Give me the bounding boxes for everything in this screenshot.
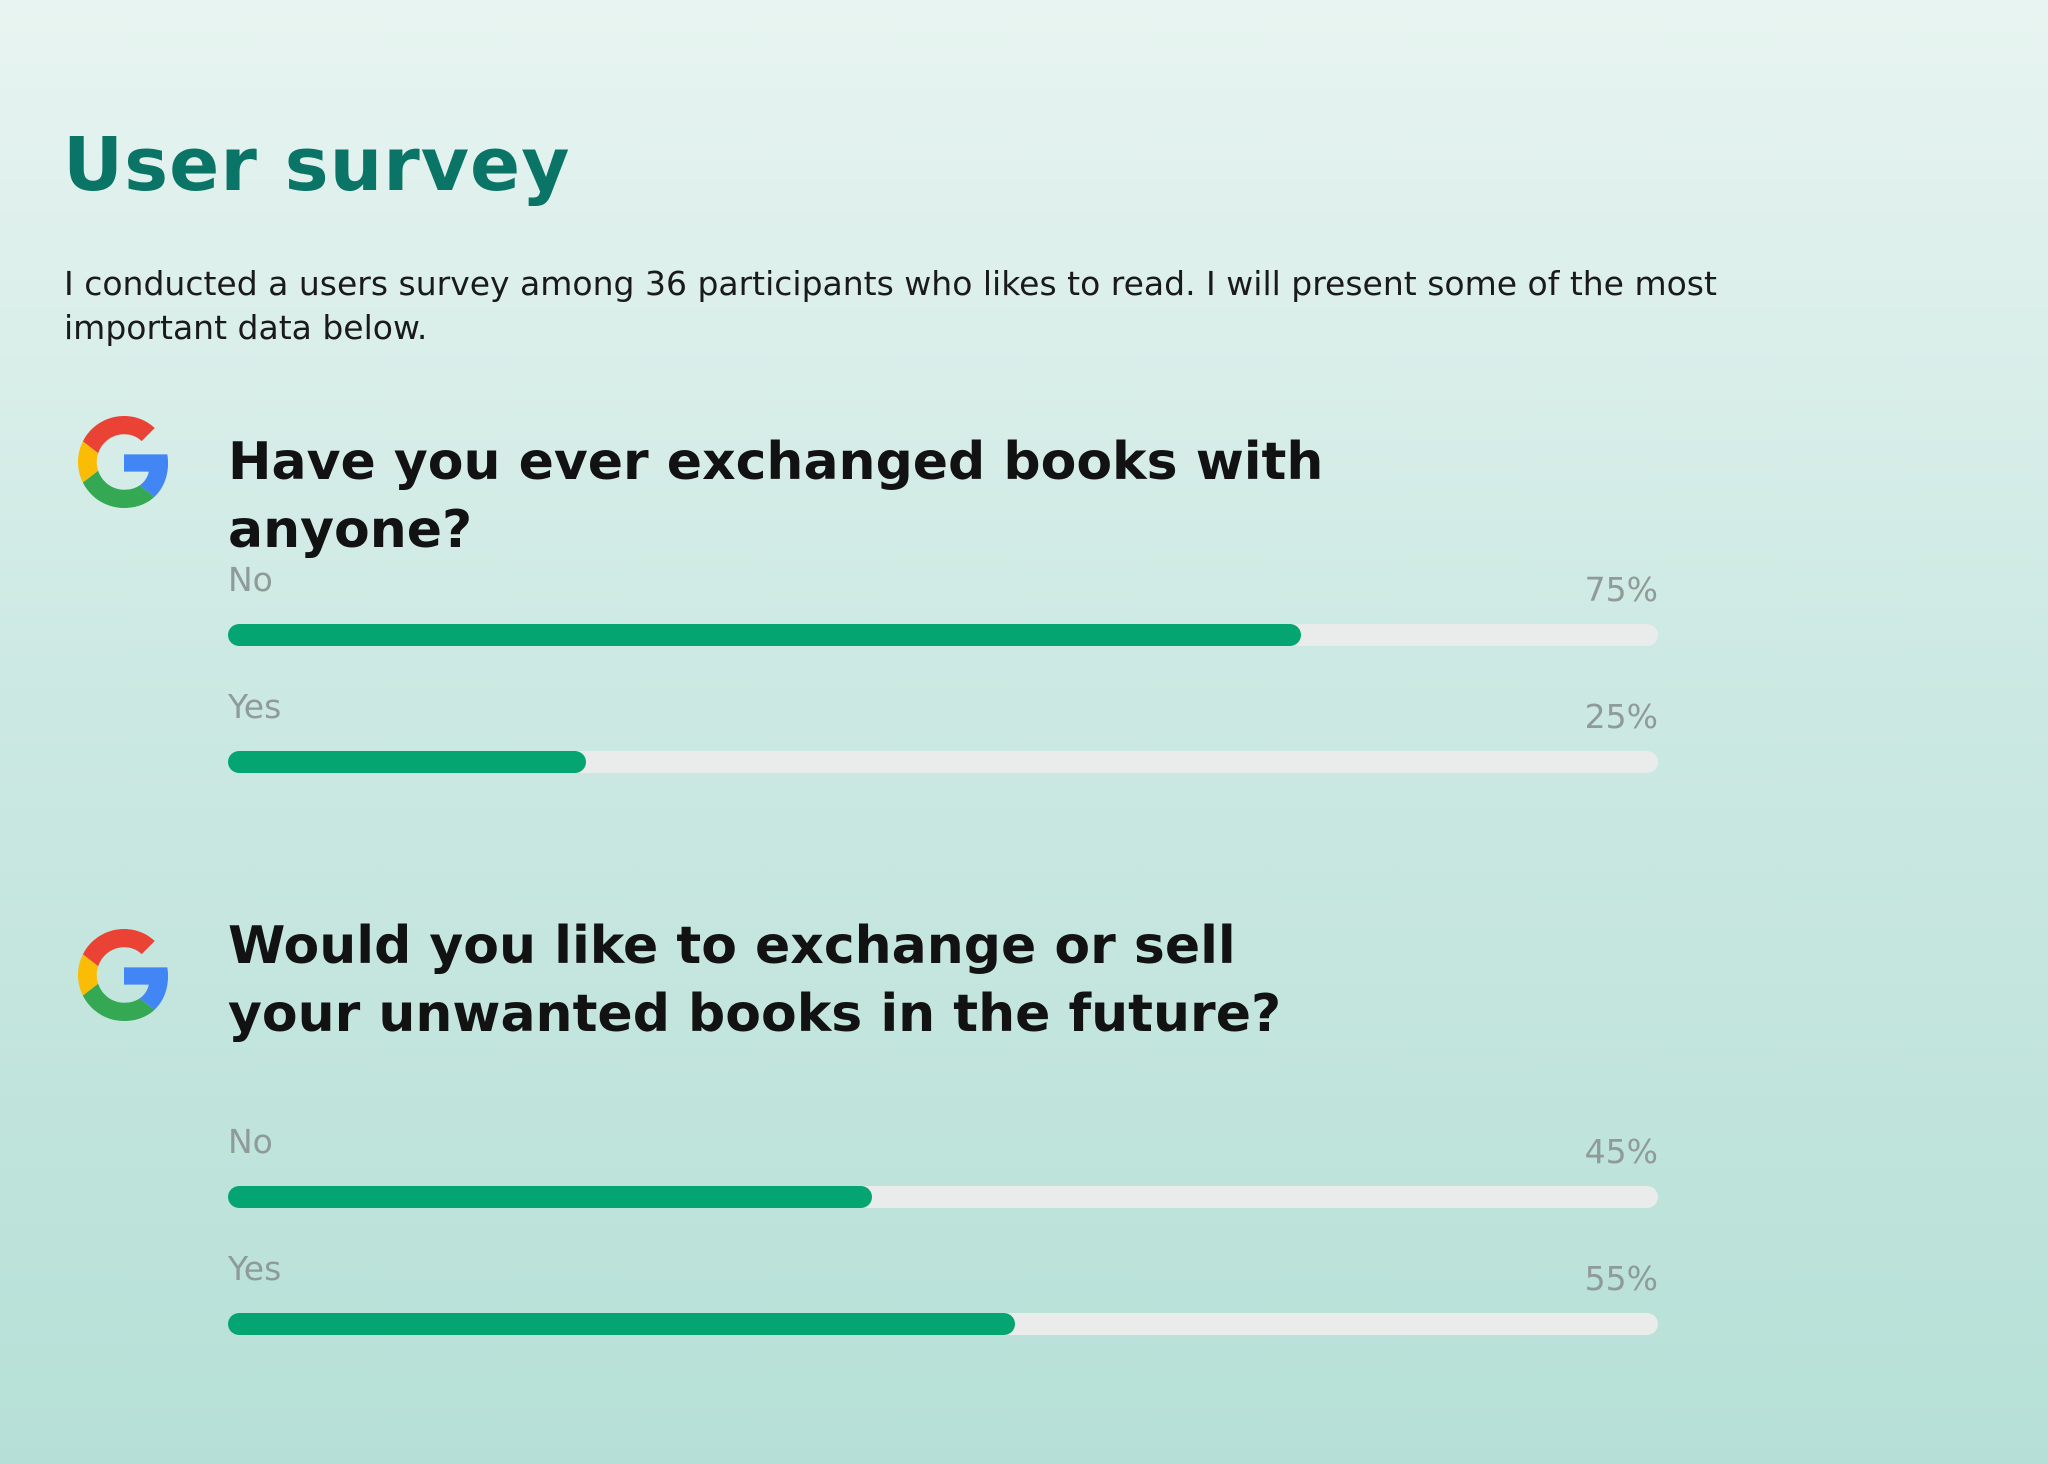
option-percent: 25% [1584, 697, 1658, 736]
option-row: No 75% [228, 560, 1658, 660]
progress-bar-fill [228, 1186, 872, 1208]
option-row: No 45% [228, 1122, 1658, 1222]
progress-bar-fill [228, 751, 586, 773]
option-row: Yes 55% [228, 1249, 1658, 1349]
option-label: Yes [228, 687, 282, 726]
option-row: Yes 25% [228, 687, 1658, 787]
progress-track [228, 751, 1658, 773]
option-label: No [228, 560, 273, 599]
google-icon [78, 929, 169, 1021]
progress-track [228, 1313, 1658, 1335]
progress-bar-fill [228, 624, 1301, 646]
option-percent: 45% [1584, 1132, 1658, 1171]
question-title: Would you like to exchange or sell your … [228, 916, 1282, 1044]
page-title: User survey [63, 122, 571, 208]
progress-bar-fill [228, 1313, 1015, 1335]
option-percent: 75% [1584, 570, 1658, 609]
google-icon [78, 416, 169, 508]
option-label: No [228, 1122, 273, 1161]
question-title: Have you ever exchanged books with anyon… [228, 432, 1324, 560]
progress-track [228, 624, 1658, 646]
intro-text: I conducted a users survey among 36 part… [64, 264, 1717, 347]
option-label: Yes [228, 1249, 282, 1288]
option-percent: 55% [1584, 1259, 1658, 1298]
progress-track [228, 1186, 1658, 1208]
